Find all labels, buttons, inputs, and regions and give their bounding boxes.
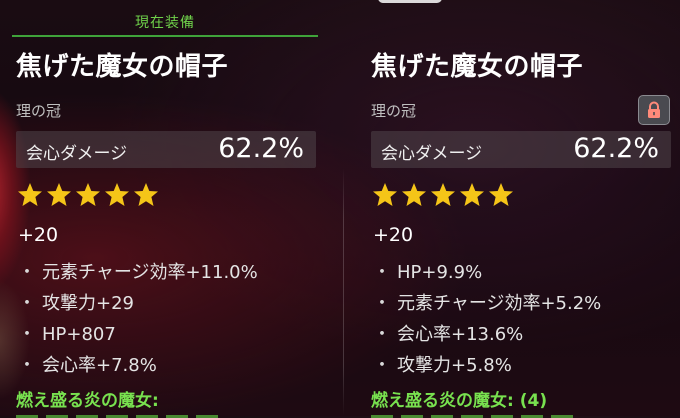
lock-icon xyxy=(648,101,660,118)
artifact-slot: 理の冠 xyxy=(371,102,417,120)
substat-list: ・元素チャージ効率+11.0% ・攻撃力+29 ・ HP+807 ・会心率+7.8… xyxy=(18,258,258,382)
star-icon xyxy=(18,183,42,206)
star-icon xyxy=(402,183,426,206)
substat-list: ・ HP+9.9% ・元素チャージ効率+5.2% ・会心率+13.6% ・攻撃力+… xyxy=(373,258,601,382)
substat-row: ・攻撃力+5.8% xyxy=(373,351,601,382)
substat-text: 攻撃力+29 xyxy=(42,293,134,314)
lock-button[interactable] xyxy=(638,95,670,125)
substat-bullet: ・ xyxy=(18,355,36,376)
substat-text: 攻撃力+5.8% xyxy=(397,355,512,376)
rarity-stars xyxy=(16,181,176,209)
substat-text: 元素チャージ効率+5.2% xyxy=(397,293,602,314)
set-effect-cutoff xyxy=(16,410,306,418)
rarity-stars xyxy=(371,181,531,209)
substat-row: ・攻撃力+29 xyxy=(18,289,258,320)
substat-row: ・元素チャージ効率+5.2% xyxy=(373,289,601,320)
artifact-title: 焦げた魔女の帽子 xyxy=(16,52,229,82)
substat-bullet: ・ xyxy=(373,293,391,314)
main-stat-value: 62.2% xyxy=(218,133,304,164)
substat-row: ・元素チャージ効率+11.0% xyxy=(18,258,258,289)
artifact-panel-compare: 焦げた魔女の帽子 理の冠 会心ダメージ 62.2% +20 ・ HP+9.9% ・… xyxy=(367,0,677,418)
star-icon xyxy=(105,183,129,206)
substat-text: 元素チャージ効率+11.0% xyxy=(42,262,258,283)
substat-text: 会心率+7.8% xyxy=(42,355,157,376)
substat-bullet: ・ xyxy=(18,262,36,283)
substat-row: ・会心率+7.8% xyxy=(18,351,258,382)
substat-bullet: ・ xyxy=(373,262,391,283)
main-stat-name: 会心ダメージ xyxy=(381,144,483,164)
artifact-slot: 理の冠 xyxy=(16,102,62,120)
substat-row: ・ HP+9.9% xyxy=(373,258,601,289)
set-effect-cutoff xyxy=(371,410,661,418)
substat-text: HP+9.9% xyxy=(397,262,483,283)
substat-row: ・会心率+13.6% xyxy=(373,320,601,351)
substat-bullet: ・ xyxy=(373,355,391,376)
substat-row: ・ HP+807 xyxy=(18,320,258,351)
star-icon xyxy=(373,183,397,206)
main-stat: 会心ダメージ 62.2% xyxy=(371,131,671,168)
star-icon xyxy=(134,183,158,206)
star-icon xyxy=(460,183,484,206)
star-icon xyxy=(431,183,455,206)
set-name: 燃え盛る炎の魔女: xyxy=(16,391,159,411)
main-stat-name: 会心ダメージ xyxy=(26,144,128,164)
star-icon xyxy=(76,183,100,206)
substat-text: 会心率+13.6% xyxy=(397,324,524,345)
panel-divider xyxy=(343,168,344,416)
substat-bullet: ・ xyxy=(18,324,36,345)
artifact-panel-equipped: 焦げた魔女の帽子 理の冠 会心ダメージ 62.2% +20 ・元素チャージ効率+… xyxy=(12,0,322,418)
main-stat-value: 62.2% xyxy=(573,133,659,164)
artifact-title: 焦げた魔女の帽子 xyxy=(371,52,584,82)
star-icon xyxy=(489,183,513,206)
main-stat: 会心ダメージ 62.2% xyxy=(16,131,316,168)
substat-bullet: ・ xyxy=(373,324,391,345)
star-icon xyxy=(47,183,71,206)
set-name: 燃え盛る炎の魔女: (4) xyxy=(371,391,548,411)
substat-text: HP+807 xyxy=(42,324,116,345)
artifact-level: +20 xyxy=(373,224,414,246)
artifact-level: +20 xyxy=(18,224,59,246)
substat-bullet: ・ xyxy=(18,293,36,314)
